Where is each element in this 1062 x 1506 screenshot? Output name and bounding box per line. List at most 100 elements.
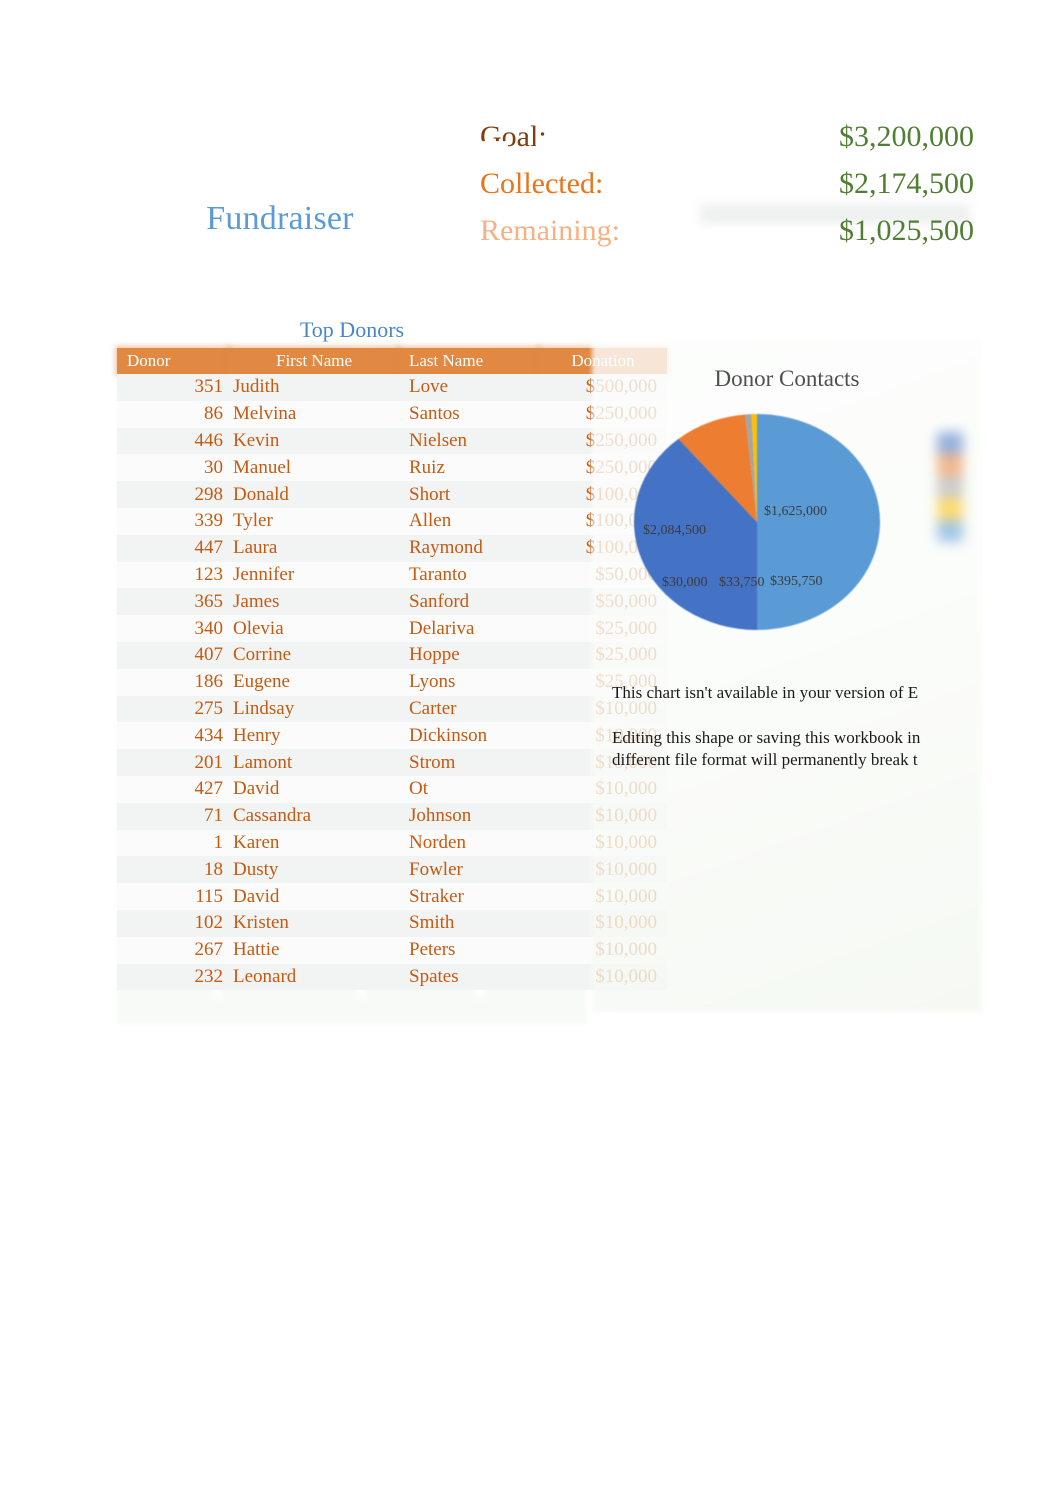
donor-id-cell: 18 [204, 858, 223, 880]
pie-label-30000: $30,000 [662, 575, 708, 590]
summary-grid: Goal: $3,200,000 Collected: $2,174,500 R… [480, 120, 980, 261]
header-summary-block: Fundraiser Goal: $3,200,000 Collected: $… [0, 0, 1062, 300]
first-name-cell: Lamont [233, 751, 293, 773]
first-name-cell: James [233, 590, 280, 612]
donor-id-cell: 115 [195, 885, 223, 907]
first-name-cell: Dusty [233, 858, 279, 880]
last-name-cell: Strom [409, 751, 456, 773]
donor-id-cell: 339 [194, 510, 224, 532]
summary-row-remaining: Remaining: $1,025,500 [480, 214, 980, 261]
table-row[interactable]: 30ManuelRuiz$250,000 [117, 454, 667, 482]
last-name-cell: Hoppe [409, 644, 460, 666]
first-name-cell: Olevia [233, 617, 284, 639]
table-row[interactable]: 123JenniferTaranto$50,000 [117, 561, 667, 589]
table-row[interactable]: 446KevinNielsen$250,000 [117, 427, 667, 455]
pie-chart-svg[interactable] [634, 414, 880, 630]
column-header-last-name[interactable]: Last Name [399, 348, 539, 374]
warning-line-1: This chart isn't available in your versi… [612, 683, 919, 702]
donor-id-cell: 86 [204, 403, 223, 425]
donor-id-cell: 232 [194, 965, 224, 987]
table-row[interactable]: 298DonaldShort$100,000 [117, 481, 667, 508]
last-name-cell: Short [409, 483, 451, 505]
first-name-cell: Kevin [233, 429, 280, 451]
donor-id-cell: 102 [194, 912, 224, 934]
first-name-cell: Henry [233, 724, 281, 746]
last-name-cell: Dickinson [409, 724, 488, 746]
pie-label-2084500: $2,084,500 [643, 523, 706, 538]
first-name-cell: David [233, 778, 280, 800]
table-row[interactable]: 86MelvinaSantos$250,000 [117, 400, 667, 428]
first-name-cell: Corrine [233, 644, 292, 666]
table-row[interactable]: 275LindsayCarter$10,000 [117, 695, 667, 723]
table-row[interactable]: 186EugeneLyons$25,000 [117, 668, 667, 696]
table-row[interactable]: 267HattiePeters$10,000 [117, 936, 667, 964]
last-name-cell: Straker [409, 885, 464, 907]
last-name-cell: Johnson [409, 805, 472, 827]
first-name-cell: Hattie [233, 939, 280, 961]
last-name-cell: Lyons [409, 671, 456, 693]
donor-id-cell: 30 [204, 456, 223, 478]
donor-id-cell: 123 [194, 563, 224, 585]
first-name-cell: Kristen [233, 912, 289, 934]
table-row[interactable]: 201LamontStrom$10,000 [117, 749, 667, 776]
table-row[interactable]: 447LauraRaymond$100,000 [117, 534, 667, 562]
last-name-cell: Delariva [409, 617, 475, 639]
table-row[interactable]: 407CorrineHoppe$25,000 [117, 641, 667, 669]
last-name-cell: Carter [409, 697, 457, 719]
donor-contacts-chart-panel: Donor Contacts $1,625,000 $2,084,500 $39… [592, 340, 982, 1012]
table-row[interactable]: 340OleviaDelariva$25,000 [117, 615, 667, 642]
column-header-first-name[interactable]: First Name [229, 348, 399, 374]
last-name-cell: Peters [409, 939, 456, 961]
last-name-cell: Fowler [409, 858, 463, 880]
first-name-cell: Donald [233, 483, 289, 505]
first-name-cell: Jennifer [233, 563, 295, 585]
pie-chart[interactable]: $1,625,000 $2,084,500 $395,750 $33,750 $… [634, 414, 880, 630]
pie-label-395750: $395,750 [770, 574, 823, 589]
donor-id-cell: 275 [194, 697, 224, 719]
column-header-donor[interactable]: Donor [117, 348, 229, 374]
donor-id-cell: 434 [194, 724, 224, 746]
summary-row-collected: Collected: $2,174,500 [480, 167, 980, 214]
donor-id-cell: 446 [194, 429, 224, 451]
donor-id-cell: 267 [194, 939, 224, 961]
first-name-cell: Tyler [233, 510, 273, 532]
section-title-top-donors: Top Donors [299, 317, 405, 342]
first-name-cell: Melvina [233, 403, 297, 425]
table-row[interactable]: 339TylerAllen$100,000 [117, 507, 667, 535]
donor-id-cell: 201 [194, 751, 224, 773]
table-row[interactable]: 115DavidStraker$10,000 [117, 883, 667, 910]
table-body: 351JudithLove$500,00086MelvinaSantos$250… [117, 374, 667, 991]
last-name-cell: Love [409, 376, 449, 398]
first-name-cell: Cassandra [233, 805, 312, 827]
summary-row-goal: Goal: $3,200,000 [480, 120, 980, 167]
pie-slice-2084500[interactable] [757, 414, 880, 630]
donor-id-cell: 351 [194, 376, 224, 398]
table-row[interactable]: 351JudithLove$500,000 [117, 374, 667, 401]
table-row[interactable]: 102KristenSmith$10,000 [117, 909, 667, 937]
table-header-row: Donor First Name Last Name Donation [117, 348, 667, 374]
first-name-cell: Eugene [233, 671, 290, 693]
donor-id-cell: 340 [194, 617, 224, 639]
remaining-value: $1,025,500 [839, 214, 974, 247]
table-row[interactable]: 71CassandraJohnson$10,000 [117, 802, 667, 830]
pie-label-1625000: $1,625,000 [764, 504, 827, 519]
table-row[interactable]: 427DavidOt$10,000 [117, 775, 667, 803]
page-title: Fundraiser [206, 200, 354, 237]
last-name-cell: Taranto [409, 563, 467, 585]
last-name-cell: Raymond [409, 537, 483, 559]
last-name-cell: Norden [409, 831, 466, 853]
remaining-label: Remaining: [480, 214, 620, 247]
table-row[interactable]: 18DustyFowler$10,000 [117, 856, 667, 884]
last-name-cell: Spates [409, 965, 459, 987]
donor-id-cell: 186 [194, 671, 224, 693]
table-row[interactable]: 365JamesSanford$50,000 [117, 588, 667, 616]
collected-label: Collected: [480, 167, 604, 200]
last-name-cell: Santos [409, 403, 460, 425]
table-row[interactable]: 232LeonardSpates$10,000 [117, 963, 667, 991]
table-row[interactable]: 1KarenNorden$10,000 [117, 829, 667, 857]
last-name-cell: Ot [409, 778, 428, 800]
donor-id-cell: 365 [194, 590, 224, 612]
last-name-cell: Sanford [409, 590, 470, 612]
table-row[interactable]: 434HenryDickinson$10,000 [117, 722, 667, 750]
collected-value: $2,174,500 [839, 167, 974, 200]
